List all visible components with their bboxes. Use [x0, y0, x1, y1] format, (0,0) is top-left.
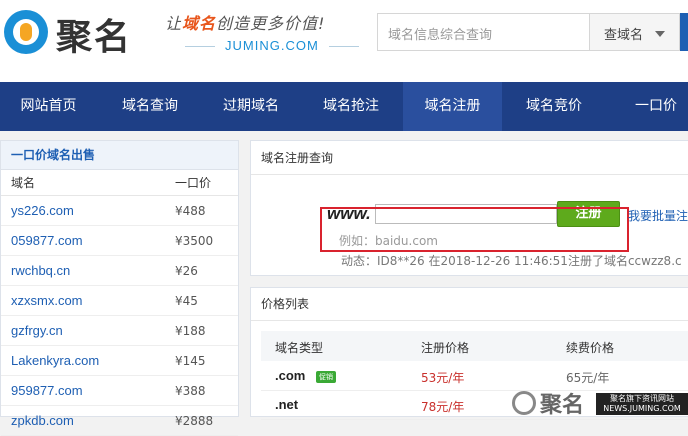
price-table-header: 域名类型 注册价格 续费价格: [261, 331, 688, 361]
price: ¥26: [175, 264, 198, 278]
search-type-label: 查域名: [604, 28, 644, 43]
nav-item-home[interactable]: 网站首页: [0, 82, 97, 131]
table-row: Lakenkyra.com ¥145: [1, 346, 238, 376]
table-row: xzxsmx.com ¥45: [1, 286, 238, 316]
col-domain: 域名: [11, 176, 36, 190]
col-price: 一口价: [175, 176, 212, 190]
search-type-select[interactable]: 查域名: [589, 13, 680, 51]
domain-type: .net: [275, 397, 299, 412]
logo-text: 聚名: [56, 16, 133, 58]
logo-icon: [4, 10, 48, 54]
price-list-title: 价格列表: [251, 288, 688, 321]
chevron-down-icon: [655, 31, 665, 37]
col-type: 域名类型: [275, 341, 324, 355]
nav-item-fixed-price[interactable]: 一口价: [606, 82, 688, 131]
domain-link[interactable]: Lakenkyra.com: [11, 346, 99, 376]
price: ¥188: [175, 324, 206, 338]
price: ¥3500: [175, 234, 214, 248]
reg-price: 53元/年: [421, 371, 465, 385]
search-input[interactable]: 域名信息综合查询: [377, 13, 589, 51]
register-panel: 域名注册查询 www. 注册 例如：baidu.com 我要批量注 动态：ID8…: [250, 140, 688, 276]
watermark-text: 聚名: [540, 392, 585, 418]
fixed-price-panel: 一口价域名出售 域名 一口价 ys226.com ¥488 059877.com ¥…: [0, 140, 239, 436]
watermark-logo-icon: [512, 391, 536, 415]
panel-title[interactable]: 一口价域名出售: [1, 141, 238, 170]
promo-badge: 促销: [316, 371, 336, 383]
activity-feed: 动态：ID8**26 在2018-12-26 11:46:51注册了域名ccwz…: [341, 254, 682, 268]
col-renew-price: 续费价格: [566, 341, 615, 355]
nav-item-snap[interactable]: 域名抢注: [299, 82, 403, 131]
domain-link[interactable]: zpkdb.com: [11, 406, 74, 436]
table-row: gzfrgy.cn ¥188: [1, 316, 238, 346]
search-button[interactable]: [680, 13, 688, 51]
watermark-sub: 聚名旗下资讯网站 NEWS.JUMING.COM: [596, 393, 688, 415]
price: ¥45: [175, 294, 198, 308]
domain-type: .com: [275, 368, 306, 383]
slogan: 让域名创造更多价值!: [165, 14, 326, 33]
table-row: 059877.com ¥3500: [1, 226, 238, 256]
price: ¥145: [175, 354, 206, 368]
table-row: 959877.com ¥388: [1, 376, 238, 406]
reg-price: 78元/年: [421, 400, 465, 414]
nav-item-domain-query[interactable]: 域名查询: [97, 82, 203, 131]
table-row: zpkdb.com ¥2888: [1, 406, 238, 436]
renew-price: 65元/年: [566, 371, 610, 385]
register-title: 域名注册查询: [251, 141, 688, 175]
domain-link[interactable]: rwchbq.cn: [11, 256, 70, 286]
domain-link[interactable]: ys226.com: [11, 196, 74, 226]
domain-link[interactable]: 059877.com: [11, 226, 83, 256]
table-row: ys226.com ¥488: [1, 196, 238, 226]
table-row: .com 促销 53元/年 65元/年: [261, 362, 688, 391]
watermark: 聚名 聚名旗下资讯网站 NEWS.JUMING.COM: [512, 389, 688, 418]
price: ¥488: [175, 204, 206, 218]
main-nav: 网站首页 域名查询 过期域名 域名抢注 域名注册 域名竞价 一口价: [0, 82, 688, 131]
bulk-register-link[interactable]: 我要批量注: [628, 207, 688, 224]
site-domain: JUMING.COM: [175, 38, 369, 53]
domain-link[interactable]: 959877.com: [11, 376, 83, 406]
nav-item-auction[interactable]: 域名竞价: [502, 82, 606, 131]
site-logo[interactable]: 聚名: [2, 6, 152, 58]
nav-item-register[interactable]: 域名注册: [403, 82, 502, 131]
price: ¥2888: [175, 414, 214, 428]
col-reg-price: 注册价格: [421, 341, 470, 355]
table-header: 域名 一口价: [1, 170, 238, 196]
header: 聚名 让域名创造更多价值! JUMING.COM 域名信息综合查询 查域名: [0, 0, 688, 82]
domain-link[interactable]: xzxsmx.com: [11, 286, 83, 316]
domain-link[interactable]: gzfrgy.cn: [11, 316, 63, 346]
nav-item-expired[interactable]: 过期域名: [203, 82, 299, 131]
table-row: rwchbq.cn ¥26: [1, 256, 238, 286]
input-example: 例如：baidu.com: [339, 234, 438, 248]
price: ¥388: [175, 384, 206, 398]
